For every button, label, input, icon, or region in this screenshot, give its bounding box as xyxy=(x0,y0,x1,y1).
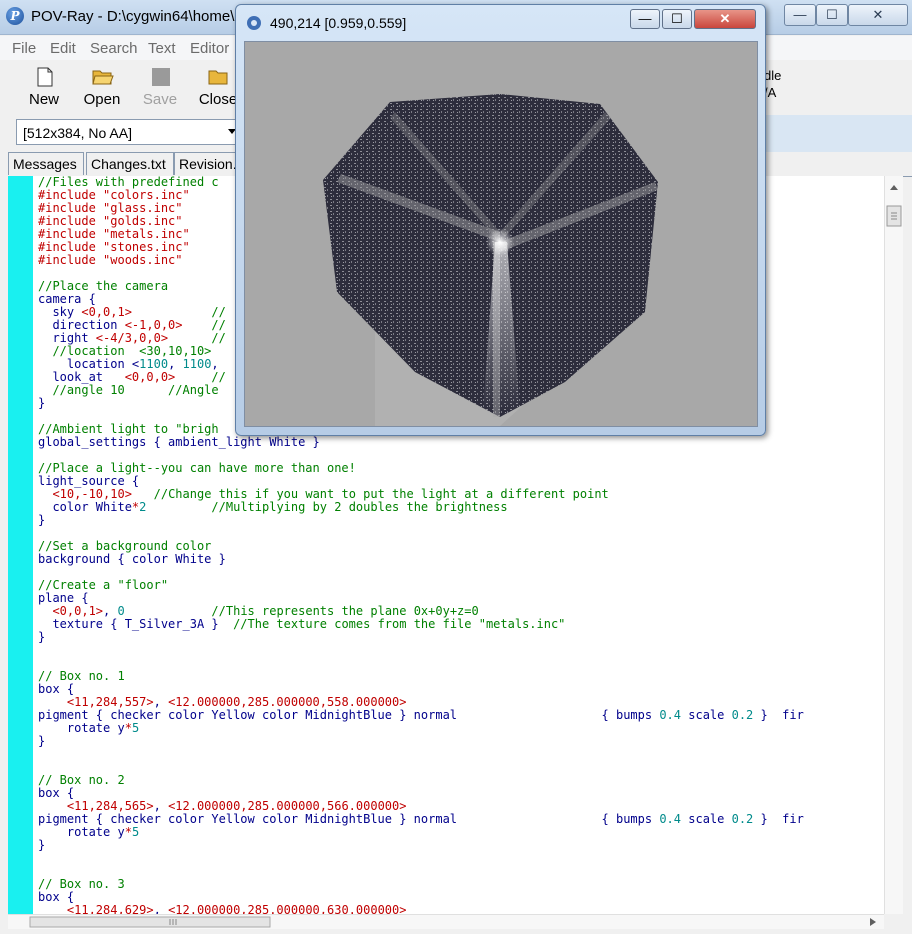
code-line: // Box no. 2 xyxy=(38,773,125,787)
code-line: <11,284,629>, <12.000000,285.000000,630.… xyxy=(66,903,407,915)
code-line: //Create a "floor" xyxy=(38,578,169,592)
vertical-scrollbar[interactable] xyxy=(884,176,903,914)
toolbar-right-text-1: dle xyxy=(764,68,782,83)
save-disk-icon xyxy=(152,68,170,86)
pov-ray-app-icon: P xyxy=(6,7,24,25)
render-minimize-button[interactable]: — xyxy=(630,9,660,29)
menu-edit[interactable]: Edit xyxy=(50,40,76,57)
tab-changes[interactable]: Changes.txt xyxy=(86,152,174,175)
vertical-scrollbar-parts xyxy=(886,185,902,227)
render-window: 490,214 [0.959,0.559] — ☐ ✕ xyxy=(235,4,766,436)
close-button[interactable]: ✕ xyxy=(848,4,908,26)
menu-search[interactable]: Search xyxy=(90,40,138,57)
editor-gutter xyxy=(8,176,33,914)
render-maximize-button[interactable]: ☐ xyxy=(662,9,692,29)
code-line: } xyxy=(38,838,46,852)
open-button[interactable]: Open xyxy=(74,61,130,115)
toolbar-strip xyxy=(760,115,912,152)
new-file-icon xyxy=(37,67,53,87)
code-line: } xyxy=(38,734,46,748)
code-line: // Box no. 3 xyxy=(38,877,125,891)
new-button[interactable]: New xyxy=(16,61,72,115)
save-button[interactable]: Save xyxy=(132,61,188,115)
horizontal-scrollbar-parts xyxy=(29,916,876,928)
new-button-label: New xyxy=(28,91,59,108)
tab-revision[interactable]: Revision. xyxy=(174,152,244,175)
code-line: global_settings { ambient_light White } xyxy=(38,435,320,449)
code-line: rotate y*5 xyxy=(38,721,140,735)
tab-messages[interactable]: Messages xyxy=(8,152,84,175)
code-line: texture { T_Silver_3A } //The texture co… xyxy=(38,617,566,631)
open-folder-icon xyxy=(92,70,114,85)
menu-file[interactable]: File xyxy=(12,40,36,57)
minimize-button[interactable]: — xyxy=(784,4,816,26)
code-line: //Place a light--you can have more than … xyxy=(38,461,356,475)
menu-editor[interactable]: Editor xyxy=(190,40,229,57)
render-canvas xyxy=(244,41,758,427)
save-button-label: Save xyxy=(142,91,178,108)
render-settings-select[interactable]: [512x384, No AA] xyxy=(16,119,238,145)
render-window-title: 490,214 [0.959,0.559] xyxy=(270,15,407,31)
code-line: } xyxy=(38,630,46,644)
code-line: rotate y*5 xyxy=(38,825,140,839)
menu-text[interactable]: Text xyxy=(148,40,176,57)
code-line: pigment { checker color Yellow color Mid… xyxy=(38,812,804,826)
code-line: pigment { checker color Yellow color Mid… xyxy=(38,708,804,722)
code-line: background { color White } xyxy=(38,552,226,566)
render-window-icon xyxy=(247,16,261,30)
code-line: // Box no. 1 xyxy=(38,669,125,683)
code-line: } xyxy=(38,513,46,527)
open-button-label: Open xyxy=(83,91,121,108)
code-line: color White*2 //Multiplying by 2 doubles… xyxy=(38,500,508,514)
main-window-title: POV-Ray - D:\cygwin64\home\ xyxy=(31,8,235,25)
render-close-button[interactable]: ✕ xyxy=(694,9,756,29)
rendered-image xyxy=(323,94,658,426)
maximize-button[interactable]: ☐ xyxy=(816,4,848,26)
close-folder-icon xyxy=(208,70,228,85)
horizontal-scrollbar[interactable] xyxy=(8,914,884,929)
